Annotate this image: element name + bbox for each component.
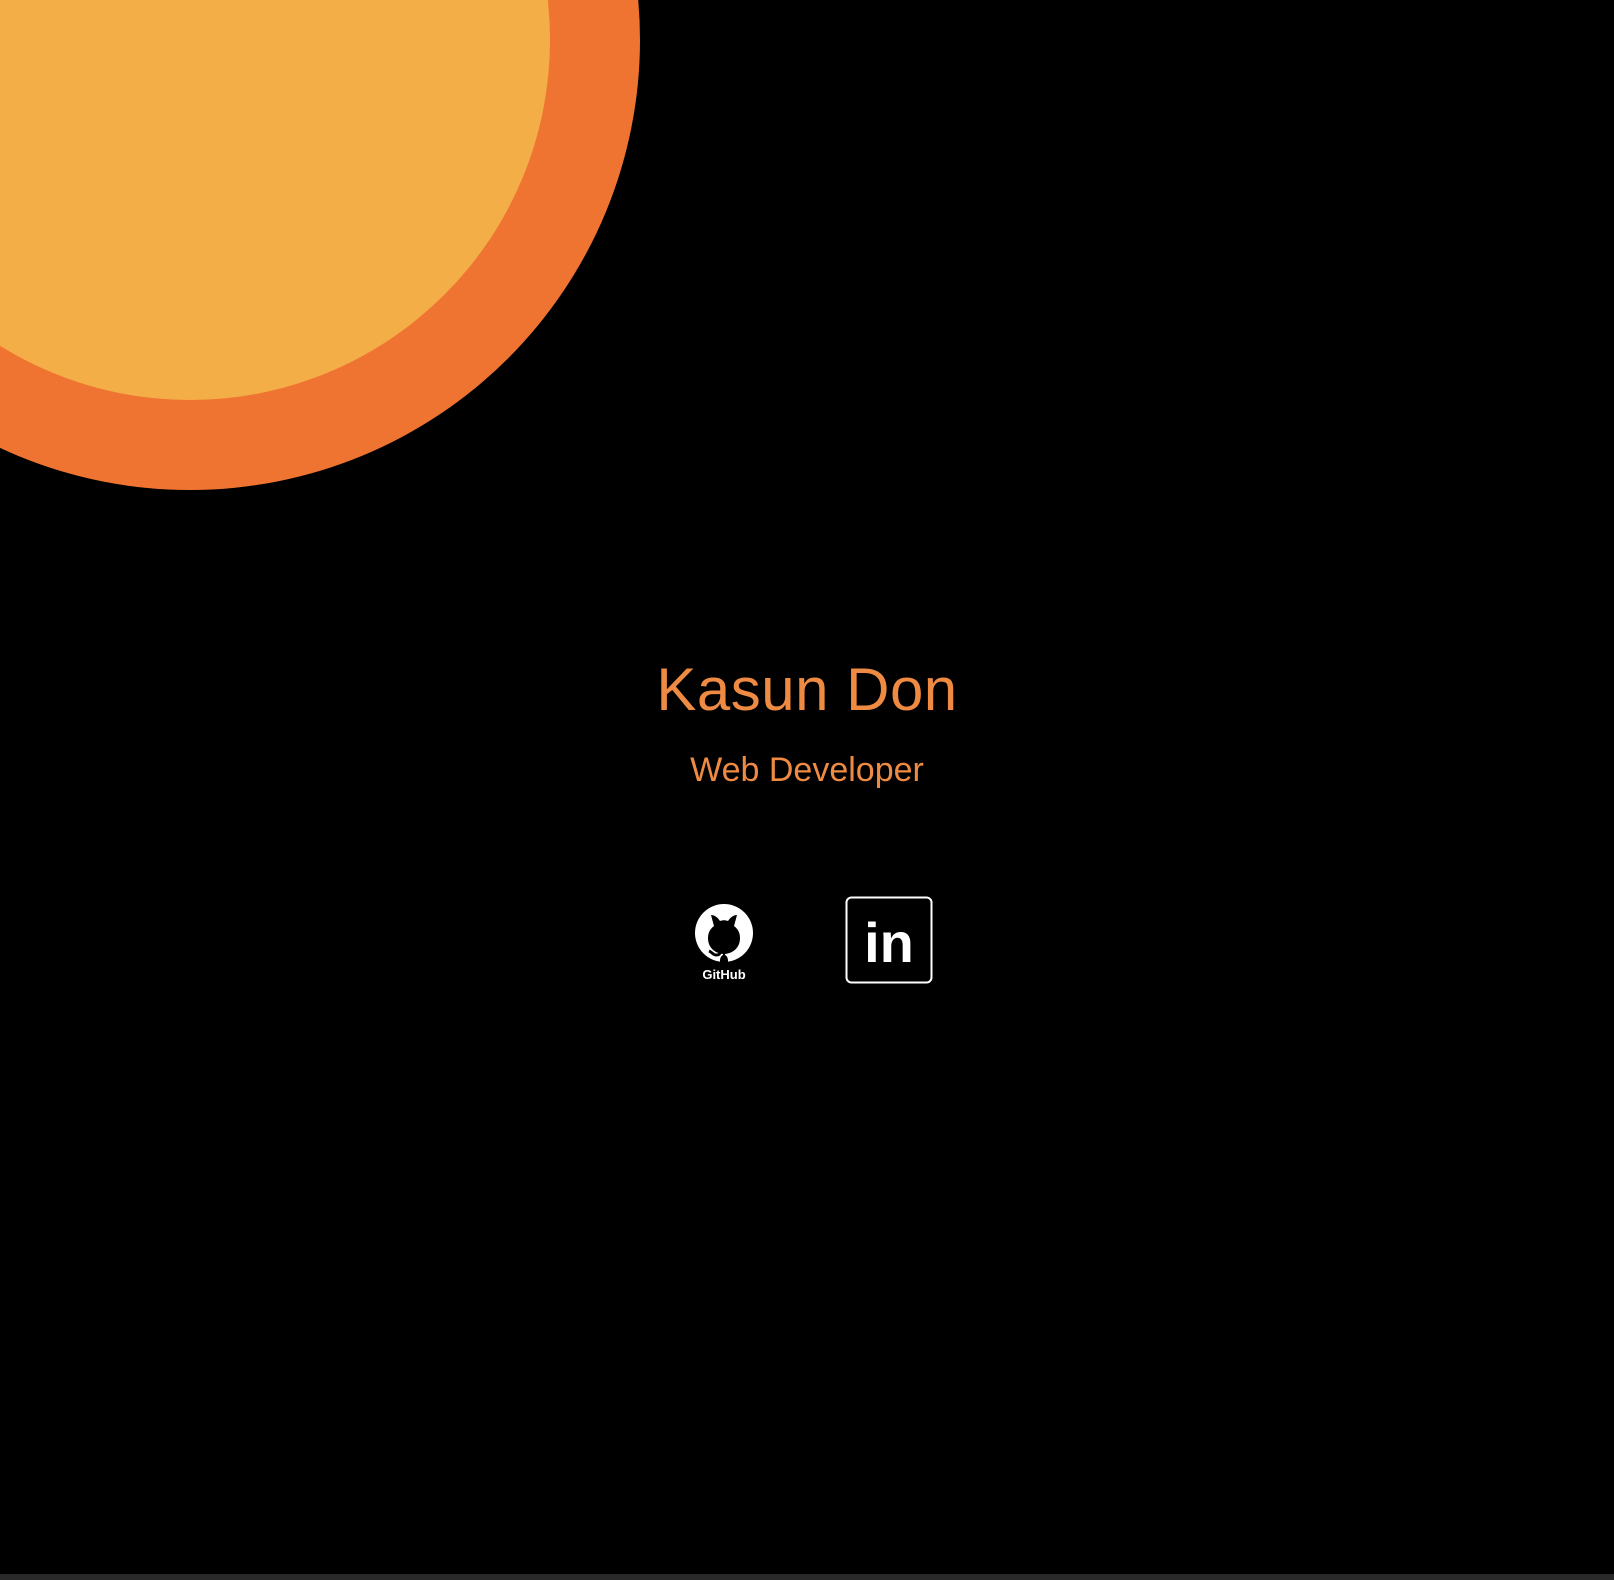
social-links: GitHub in — [0, 896, 1614, 984]
linkedin-wordmark: in — [864, 911, 914, 974]
profile-name: Kasun Don — [656, 656, 958, 723]
hero-section: Kasun Don Web Developer — [0, 650, 1614, 792]
bottom-bar — [0, 1574, 1614, 1580]
profile-role: Web Developer — [690, 751, 924, 789]
github-link[interactable]: GitHub — [681, 897, 767, 983]
linkedin-link[interactable]: in — [845, 896, 933, 984]
page: Kasun Don Web Developer GitHub in — [0, 0, 1614, 1580]
linkedin-icon: in — [845, 896, 933, 984]
github-icon: GitHub — [695, 904, 753, 982]
github-wordmark: GitHub — [702, 967, 745, 982]
